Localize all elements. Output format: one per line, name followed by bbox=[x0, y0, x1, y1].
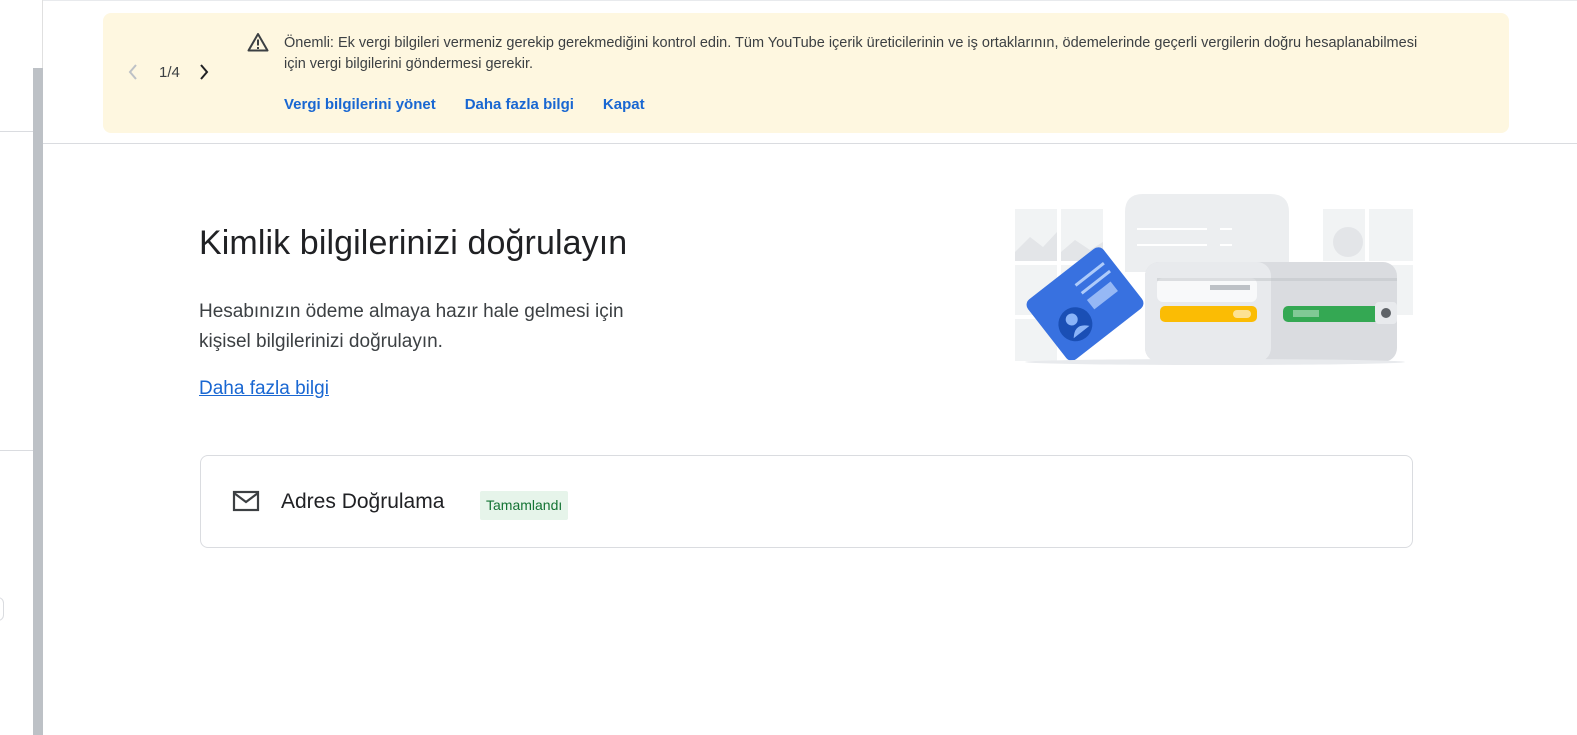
address-verification-card[interactable]: Adres Doğrulama Tamamlandı bbox=[200, 455, 1413, 548]
sidebar-divider bbox=[0, 450, 33, 451]
pager-count: 1/4 bbox=[159, 63, 180, 81]
manage-tax-info-link[interactable]: Vergi bilgilerini yönet bbox=[284, 96, 436, 113]
chevron-left-icon[interactable] bbox=[123, 61, 143, 83]
sidebar-divider bbox=[0, 131, 33, 132]
banner-close-link[interactable]: Kapat bbox=[603, 96, 645, 113]
chevron-right-icon[interactable] bbox=[194, 61, 214, 83]
warning-icon bbox=[247, 32, 269, 52]
page-description: Hesabınızın ödeme almaya hazır hale gelm… bbox=[199, 301, 624, 352]
banner-message: Önemli: Ek vergi bilgileri vermeniz gere… bbox=[284, 35, 1418, 72]
tax-notice-banner: 1/4 Önemli: Ek vergi bilgileri vermeniz … bbox=[103, 13, 1509, 133]
left-sidebar bbox=[0, 0, 43, 735]
status-badge: Tamamlandı bbox=[480, 491, 569, 520]
wallet-id-card-illustration bbox=[1015, 192, 1415, 368]
header-divider bbox=[43, 143, 1577, 144]
top-divider bbox=[43, 0, 1577, 1]
mail-icon bbox=[232, 490, 260, 512]
card-title: Adres Doğrulama bbox=[281, 490, 445, 513]
learn-more-link[interactable]: Daha fazla bilgi bbox=[199, 378, 329, 400]
page-title: Kimlik bilgilerinizi doğrulayın bbox=[199, 224, 628, 262]
sidebar-edge-control[interactable] bbox=[0, 597, 4, 621]
banner-learn-more-link[interactable]: Daha fazla bilgi bbox=[465, 96, 574, 113]
banner-actions: Vergi bilgilerini yönet Daha fazla bilgi… bbox=[284, 96, 645, 113]
scrollbar-thumb[interactable] bbox=[33, 68, 43, 735]
banner-pager: 1/4 bbox=[123, 61, 214, 83]
